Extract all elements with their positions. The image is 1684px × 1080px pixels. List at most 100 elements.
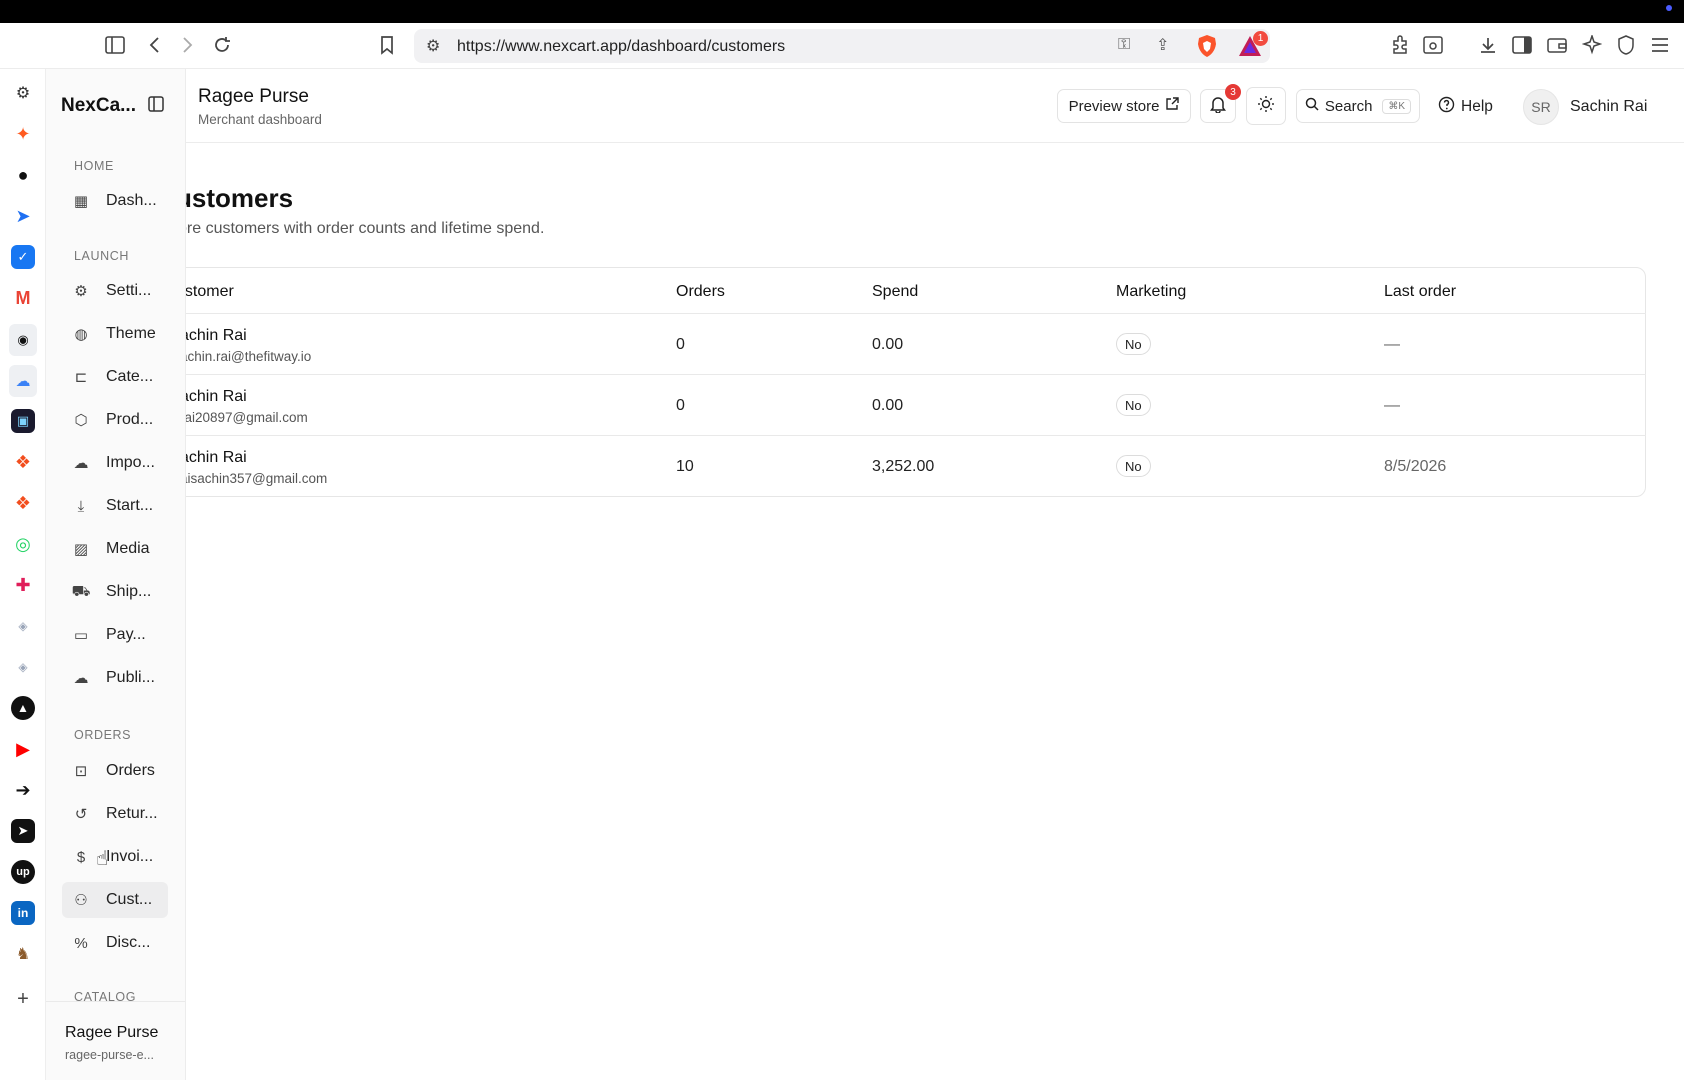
- header-divider: [186, 313, 1646, 314]
- send-app-icon[interactable]: ➤: [11, 204, 35, 228]
- store-title: Ragee Purse: [198, 86, 309, 107]
- box-icon: ⬡: [74, 412, 88, 429]
- sidebar-item-label: Cust...: [106, 891, 153, 908]
- address-bar[interactable]: ⚙ https://www.nexcart.app/dashboard/cust…: [414, 29, 1270, 63]
- customer-name[interactable]: achin Rai: [186, 388, 247, 406]
- marketing-badge: No: [1116, 333, 1151, 355]
- sidebar-item-customers[interactable]: ⚇ Cust...: [62, 882, 168, 918]
- browser-toolbar: ⚙ https://www.nexcart.app/dashboard/cust…: [0, 23, 1684, 69]
- figma-app-icon[interactable]: ❖: [11, 450, 35, 474]
- youtube-app-icon[interactable]: ▶: [11, 737, 35, 761]
- brand-name: NexCa...: [61, 95, 136, 116]
- customer-email: achin.rai@thefitway.io: [186, 349, 312, 364]
- users-icon: ⚇: [74, 892, 88, 909]
- leo-ai-icon[interactable]: [1580, 33, 1604, 57]
- store-subtitle: Merchant dashboard: [198, 112, 322, 127]
- customer-name[interactable]: achin Rai: [186, 327, 247, 345]
- add-app-icon[interactable]: +: [11, 987, 35, 1011]
- cloud-upload-icon: ☁: [73, 455, 89, 472]
- cloud-upload-icon: ☁: [73, 670, 89, 687]
- reader-icon[interactable]: [1421, 33, 1445, 57]
- back-icon[interactable]: [142, 33, 166, 57]
- sidebar-item-label: Orders: [106, 762, 155, 779]
- reload-icon[interactable]: [210, 33, 234, 57]
- sidebar-toggle-icon[interactable]: [103, 33, 127, 57]
- share-icon[interactable]: ⇪: [1156, 35, 1169, 55]
- menu-icon[interactable]: [1648, 33, 1672, 57]
- avatar[interactable]: SR: [1523, 89, 1559, 125]
- search-label: Search: [1324, 97, 1373, 115]
- bookmark-icon[interactable]: [375, 33, 399, 57]
- figma-alt-app-icon[interactable]: ❖: [11, 491, 35, 515]
- column-header-customer: ustomer: [186, 283, 234, 300]
- store-switcher[interactable]: Ragee Purse ragee-purse-e...: [46, 1001, 185, 1080]
- column-header-spend: Spend: [872, 283, 919, 300]
- sidebar-item-starter[interactable]: ⤓ Start...: [62, 488, 168, 524]
- cursor-app-icon[interactable]: ➤: [11, 819, 35, 843]
- spark-app-icon[interactable]: ✦: [11, 122, 35, 146]
- store-slug: ragee-purse-e...: [65, 1048, 154, 1062]
- vpn-alt-app-icon[interactable]: ◈: [11, 655, 35, 679]
- vpn-shield-icon[interactable]: [1614, 33, 1638, 57]
- sidepanel-icon[interactable]: [1510, 33, 1534, 57]
- brave-rewards-icon[interactable]: 1: [1238, 31, 1268, 58]
- sidebar-item-dashboard[interactable]: ▦ Dash...: [62, 183, 168, 219]
- vercel-app-icon[interactable]: ▲: [11, 696, 35, 720]
- sidebar-item-media[interactable]: ▨ Media: [62, 531, 168, 567]
- search-button[interactable]: Search ⌘K: [1296, 89, 1420, 123]
- openai-app-icon[interactable]: ⚙: [11, 81, 35, 105]
- password-key-icon[interactable]: ⚿: [1118, 36, 1130, 54]
- wallet-icon[interactable]: [1545, 33, 1569, 57]
- column-header-orders: Orders: [676, 283, 725, 300]
- sidebar-item-theme[interactable]: ◍ Theme: [62, 316, 168, 352]
- sidebar-item-shipping[interactable]: ⛟ Ship...: [62, 574, 168, 610]
- section-home: HOME: [74, 159, 114, 173]
- gear-icon: ⚙: [74, 283, 88, 300]
- sidebar-item-orders[interactable]: ⊡ Orders: [62, 753, 168, 789]
- github-app-icon[interactable]: ◉: [9, 324, 37, 356]
- sidebar-item-settings[interactable]: ⚙ Setti...: [62, 273, 168, 309]
- download-icon[interactable]: [1476, 33, 1500, 57]
- image-icon: ▨: [73, 541, 89, 558]
- sidebar-item-payments[interactable]: ▭ Pay...: [62, 617, 168, 653]
- notification-count-badge: 3: [1225, 84, 1241, 100]
- forward-icon[interactable]: [176, 33, 200, 57]
- notifications-button[interactable]: 3: [1200, 84, 1241, 123]
- sidebar-item-publish[interactable]: ☁ Publi...: [62, 660, 168, 696]
- arrow-app-icon[interactable]: ➔: [11, 778, 35, 802]
- user-name[interactable]: Sachin Rai: [1570, 98, 1647, 116]
- brave-shields-icon[interactable]: [1196, 34, 1218, 58]
- pinned-apps-strip: ⚙ ✦ ● ➤ ✓ M ◉ ☁ ▣ ❖ ❖ ◎ ✚ ◈ ◈ ▲ ▶ ➔ ➤ up…: [0, 69, 46, 1080]
- dashboard-sidebar: NexCa... HOME ▦ Dash... LAUNCH ⚙ Setti..…: [46, 69, 186, 1080]
- sidebar-item-label: Media: [106, 540, 150, 557]
- customer-last-order: —: [1384, 397, 1400, 414]
- monitor-app-icon[interactable]: ▣: [11, 409, 35, 433]
- search-icon: [1305, 97, 1319, 115]
- site-settings-icon[interactable]: ⚙: [426, 36, 440, 56]
- customer-name[interactable]: achin Rai: [186, 449, 247, 467]
- collapse-sidebar-icon[interactable]: [146, 94, 166, 114]
- preview-store-button[interactable]: Preview store: [1057, 89, 1191, 123]
- cloud-app-icon[interactable]: ☁: [9, 365, 37, 397]
- apple-app-icon[interactable]: ●: [11, 163, 35, 187]
- customer-spend: 0.00: [872, 397, 904, 414]
- linkedin-app-icon[interactable]: in: [11, 901, 35, 925]
- tasks-app-icon[interactable]: ✓: [11, 245, 35, 269]
- help-link[interactable]: Help: [1438, 96, 1493, 118]
- whatsapp-app-icon[interactable]: ◎: [11, 532, 35, 556]
- game-app-icon[interactable]: ♞: [11, 942, 35, 966]
- sidebar-item-discounts[interactable]: % Disc...: [62, 925, 168, 961]
- upwork-app-icon[interactable]: up: [11, 860, 35, 884]
- store-name: Ragee Purse: [65, 1024, 159, 1041]
- theme-toggle-button[interactable]: [1246, 87, 1286, 125]
- sidebar-item-products[interactable]: ⬡ Prod...: [62, 402, 168, 438]
- vpn-app-icon[interactable]: ◈: [11, 614, 35, 638]
- extensions-icon[interactable]: [1388, 33, 1412, 57]
- sidebar-item-categories[interactable]: ⊏ Cate...: [62, 359, 168, 395]
- sidebar-item-invoices[interactable]: $ Invoi...: [62, 839, 168, 875]
- sidebar-item-returns[interactable]: ↺ Retur...: [62, 796, 168, 832]
- slack-app-icon[interactable]: ✚: [11, 573, 35, 597]
- sidebar-item-import[interactable]: ☁ Impo...: [62, 445, 168, 481]
- customer-email: aisachin357@gmail.com: [186, 471, 328, 486]
- gmail-app-icon[interactable]: M: [11, 286, 35, 310]
